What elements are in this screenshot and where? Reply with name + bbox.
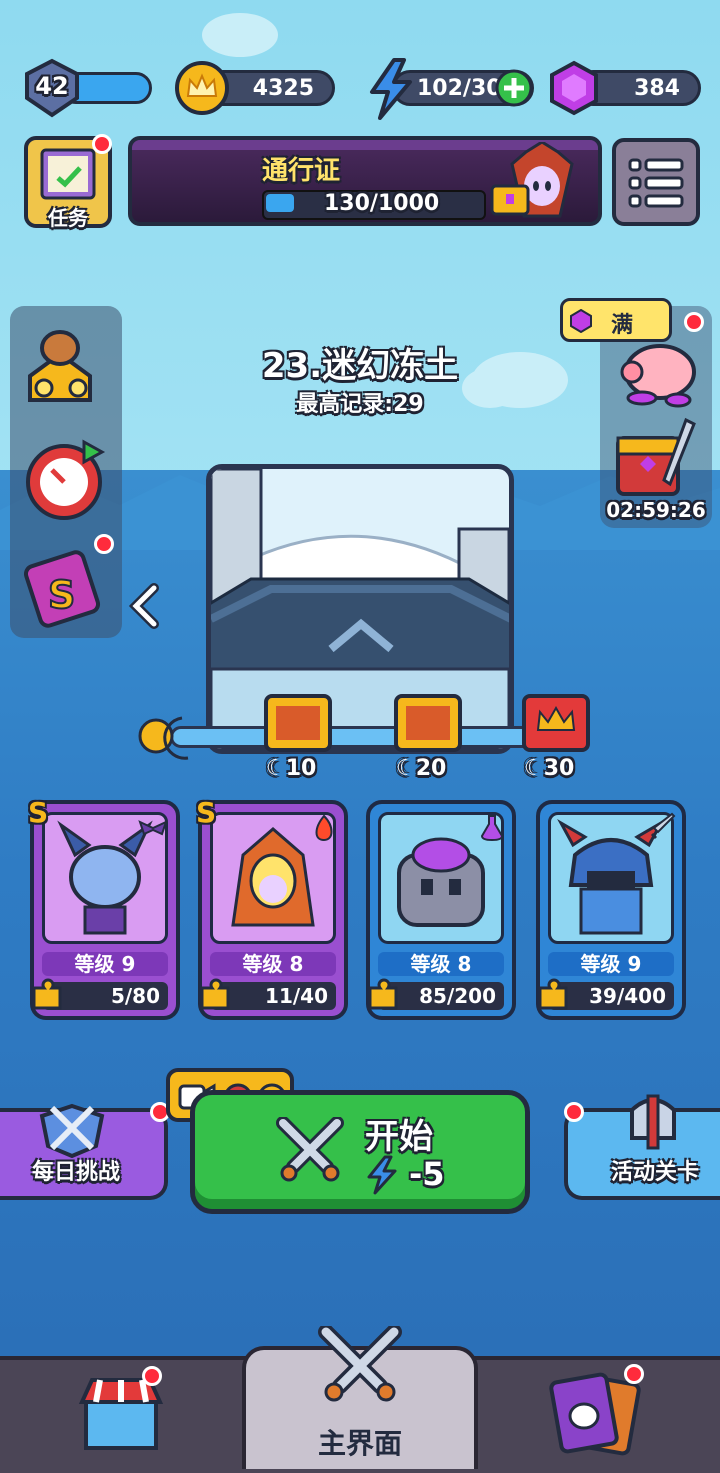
cloud-icon <box>202 13 278 57</box>
milestone-value: ☾20 <box>396 756 447 781</box>
nav-home-label: 主界面 <box>317 1427 402 1460</box>
frozen-gate-illustration <box>211 469 509 749</box>
menu-button[interactable] <box>612 138 700 226</box>
hero-level: 等级 8 <box>210 952 336 976</box>
hero-card[interactable]: S 等级 9 5/80 <box>28 796 180 1020</box>
bat-icon <box>138 820 168 836</box>
event-stage-button[interactable]: 活动关卡 <box>564 1094 720 1200</box>
notification-dot <box>92 134 112 154</box>
milestone-value: ☾30 <box>524 756 575 781</box>
daily-challenge-button[interactable]: 每日挑战 <box>0 1103 168 1200</box>
winged-helmet-icon <box>630 1094 676 1150</box>
notification-dot <box>94 534 114 554</box>
fire-icon <box>315 814 333 842</box>
puzzle-icon <box>32 978 62 1010</box>
stage-preview[interactable] <box>206 464 514 754</box>
treasure-bag-icon[interactable] <box>20 326 106 406</box>
sword-chest-icon[interactable] <box>610 414 702 502</box>
crossed-swords-icon <box>276 1117 344 1182</box>
hero-card[interactable]: 等级 9 39/400 <box>536 800 686 1020</box>
hero-level: 等级 9 <box>548 952 674 976</box>
day-night-icon <box>138 716 189 760</box>
player-level: 42 <box>35 72 69 100</box>
sword-icon <box>650 812 676 840</box>
piggy-bank-icon[interactable] <box>612 332 702 412</box>
speed-timer-icon[interactable] <box>22 436 110 522</box>
notification-dot <box>684 312 704 332</box>
puzzle-icon <box>200 978 230 1010</box>
treasure-chest-icon <box>394 694 462 752</box>
nav-home[interactable]: 主界面 <box>242 1326 478 1469</box>
hero-level: 等级 9 <box>42 952 168 976</box>
notification-dot <box>142 1366 162 1386</box>
notification-dot <box>564 1102 584 1122</box>
svg-text:S: S <box>48 573 75 617</box>
puzzle-icon <box>538 978 568 1010</box>
start-cost: -5 <box>409 1155 445 1193</box>
milestone-value: ☾10 <box>266 756 317 781</box>
hero-card[interactable]: S 等级 8 11/40 <box>196 796 348 1020</box>
start-button[interactable]: 开始 -5 <box>190 1090 530 1214</box>
lightning-icon <box>370 58 412 120</box>
hero-card[interactable]: 等级 8 85/200 <box>366 800 516 1020</box>
battle-pass-banner[interactable]: 通行证 130/1000 <box>128 136 602 226</box>
treasure-chest-icon <box>264 694 332 752</box>
add-energy-button[interactable] <box>494 68 534 108</box>
chest-timer: 02:59:26 <box>606 498 706 522</box>
milestone-track <box>170 726 580 748</box>
s-card-icon[interactable]: S <box>22 548 112 630</box>
clipboard-icon <box>40 148 96 200</box>
pass-progress-bar: 130/1000 <box>262 190 486 220</box>
gem-icon <box>550 60 598 116</box>
rarity-badge: S <box>196 796 217 829</box>
rarity-badge: S <box>28 796 49 829</box>
list-menu-icon <box>628 158 684 208</box>
pass-progress-value: 130/1000 <box>324 191 440 216</box>
hero-level: 等级 8 <box>378 952 504 976</box>
notification-dot <box>624 1364 644 1384</box>
crossed-swords-icon <box>318 1326 402 1402</box>
pass-progress-fill <box>266 194 294 212</box>
lightning-icon <box>367 1155 397 1195</box>
event-stage-label: 活动关卡 <box>610 1160 699 1185</box>
daily-challenge-label: 每日挑战 <box>31 1160 120 1185</box>
potion-icon <box>480 815 504 842</box>
pass-title: 通行证 <box>262 156 341 186</box>
start-label: 开始 <box>365 1117 433 1157</box>
stage-record: 最高记录:29 <box>296 392 424 417</box>
warrior-avatar-icon <box>490 142 574 218</box>
tasks-label: 任务 <box>48 206 88 230</box>
crossed-swords-shield-icon <box>39 1103 105 1158</box>
gem-icon <box>570 309 592 333</box>
crown-coin-icon <box>175 61 229 115</box>
puzzle-icon <box>368 978 398 1010</box>
chevron-left-icon[interactable] <box>126 582 162 630</box>
crown-chest-icon <box>522 694 590 752</box>
stage-name: 23.迷幻冻土 <box>261 346 459 386</box>
